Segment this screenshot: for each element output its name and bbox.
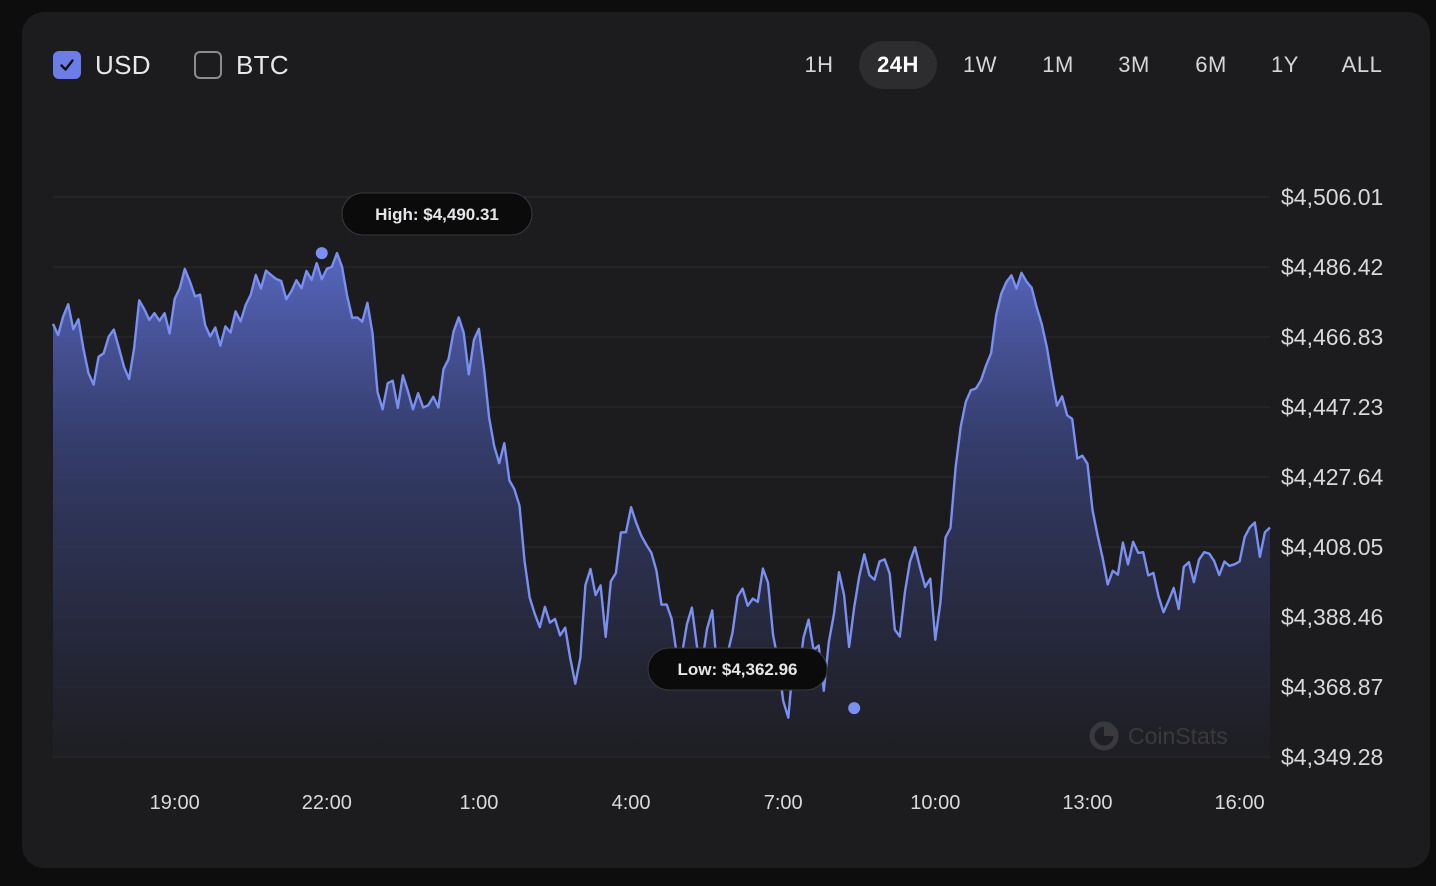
x-tick-label: 1:00 xyxy=(459,792,498,814)
high-point xyxy=(315,247,328,260)
high-tooltip-text: High: $4,490.31 xyxy=(375,205,499,224)
price-area-chart[interactable]: $4,506.01 $4,486.42 $4,466.83 $4,447.23 $4,4… xyxy=(22,12,1430,868)
y-axis-ticks: $4,506.01 $4,486.42 $4,466.83 $4,447.23 $4,4… xyxy=(1281,184,1384,770)
low-tooltip: Low: $4,362.96 xyxy=(647,647,828,691)
low-point xyxy=(848,702,861,715)
x-tick-label: 4:00 xyxy=(612,792,651,814)
watermark-text: CoinStats xyxy=(1128,723,1228,749)
x-tick-label: 16:00 xyxy=(1215,792,1265,814)
y-tick-label: $4,408.05 xyxy=(1281,534,1383,560)
y-tick-label: $4,466.83 xyxy=(1281,324,1383,350)
high-tooltip: High: $4,490.31 xyxy=(341,192,533,236)
coinstats-watermark: CoinStats xyxy=(1089,721,1228,751)
y-tick-label: $4,368.87 xyxy=(1281,674,1383,700)
x-tick-label: 19:00 xyxy=(150,792,200,814)
price-chart-card: USD BTC 1H 24H 1W 1M 3M 6M 1Y ALL $4,506… xyxy=(22,12,1430,868)
y-tick-label: $4,388.46 xyxy=(1281,604,1383,630)
x-tick-label: 22:00 xyxy=(302,792,352,814)
x-tick-label: 7:00 xyxy=(764,792,803,814)
x-axis-ticks: 19:00 22:00 1:00 4:00 7:00 10:00 13:00 16:00 xyxy=(150,792,1265,814)
y-tick-label: $4,486.42 xyxy=(1281,254,1383,280)
y-tick-label: $4,506.01 xyxy=(1281,184,1383,210)
y-tick-label: $4,349.28 xyxy=(1281,744,1383,770)
y-tick-label: $4,427.64 xyxy=(1281,464,1384,490)
y-tick-label: $4,447.23 xyxy=(1281,394,1383,420)
x-tick-label: 13:00 xyxy=(1062,792,1112,814)
low-tooltip-text: Low: $4,362.96 xyxy=(677,660,797,679)
x-tick-label: 10:00 xyxy=(910,792,960,814)
